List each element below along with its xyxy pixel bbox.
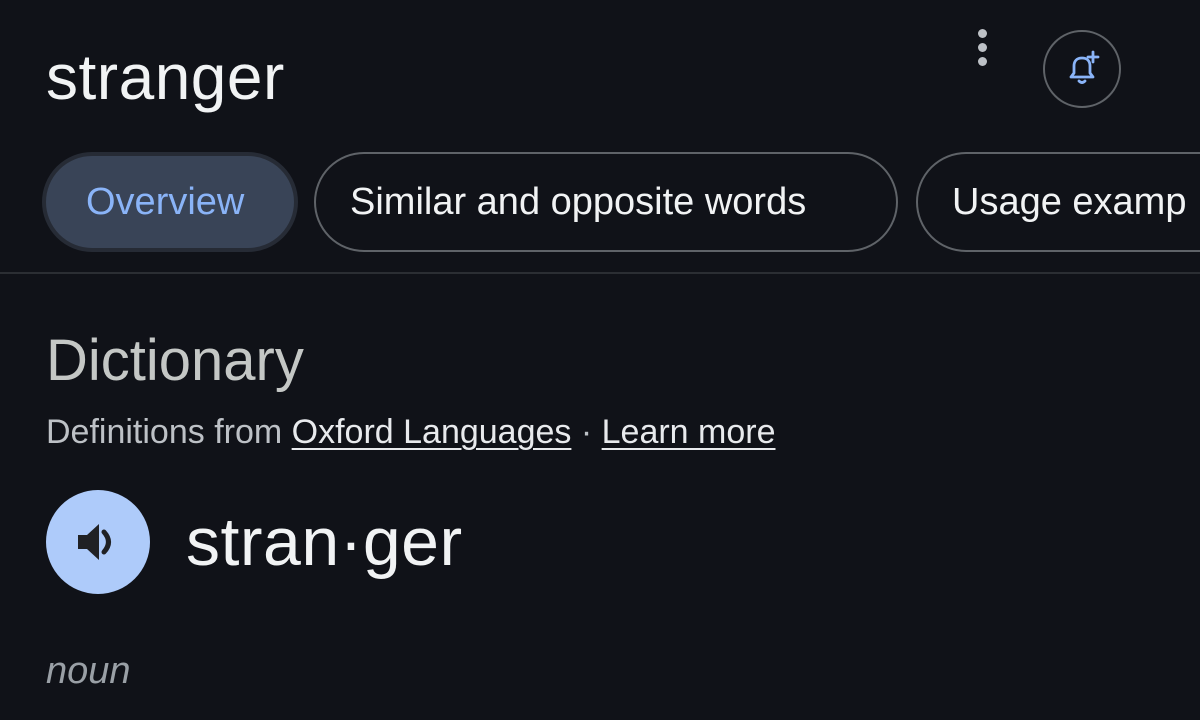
attribution-prefix: Definitions from — [46, 413, 292, 451]
tabs-row: Overview Similar and opposite words Usag… — [0, 146, 1200, 260]
dictionary-attribution: Definitions from Oxford Languages · Lear… — [46, 411, 776, 453]
more-vert-icon — [977, 28, 987, 38]
create-alert-button[interactable] — [1043, 30, 1121, 108]
query-title: stranger — [46, 41, 285, 113]
attribution-separator: · — [571, 413, 602, 451]
tab-similar-and-opposite-words[interactable]: Similar and opposite words — [314, 152, 898, 252]
section-title: Dictionary — [46, 328, 304, 393]
bell-plus-icon — [1069, 50, 1100, 84]
tab-label: Overview — [86, 180, 245, 223]
tab-overview[interactable]: Overview — [42, 152, 298, 252]
tab-usage-examples[interactable]: Usage examp — [916, 152, 1200, 252]
pronunciation-play-button[interactable] — [46, 490, 150, 594]
tab-label: Similar and opposite words — [350, 180, 807, 223]
learn-more-link[interactable]: Learn more — [602, 413, 776, 451]
part-of-speech: noun — [46, 650, 131, 692]
more-options-button[interactable] — [962, 26, 1002, 68]
volume-icon — [78, 524, 111, 560]
tab-label: Usage examp — [952, 180, 1187, 223]
divider — [0, 272, 1200, 274]
headword: stran·ger — [186, 504, 463, 580]
oxford-languages-link[interactable]: Oxford Languages — [292, 413, 572, 451]
